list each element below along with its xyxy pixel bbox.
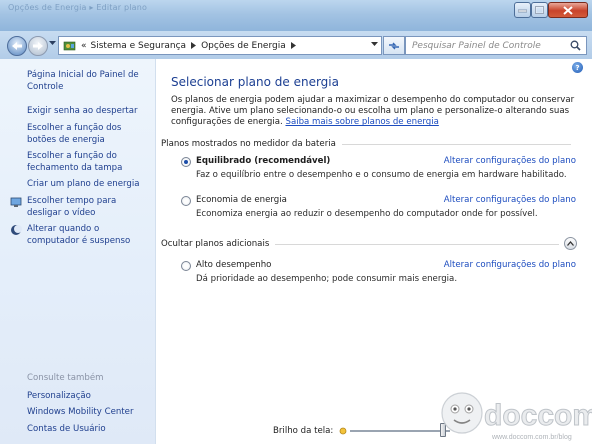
sidebar-link-create-plan[interactable]: Criar um plano de energia xyxy=(27,178,152,190)
forward-button[interactable] xyxy=(28,36,48,56)
sidebar-link-power-buttons[interactable]: Escolher a função dos botões de energia xyxy=(27,122,152,146)
arrow-right-icon xyxy=(33,42,43,50)
section-divider xyxy=(275,243,559,245)
plan-power-saver: Economia de energia Economiza energia ao… xyxy=(181,195,576,221)
search-icon[interactable] xyxy=(570,40,581,51)
control-panel-icon xyxy=(63,41,76,51)
brightness-control: Brilho da tela: xyxy=(273,426,348,436)
breadcrumb-separator-icon[interactable] xyxy=(290,42,296,49)
sidebar: Página Inicial do Painel de Controle Exi… xyxy=(0,59,156,444)
titlebar-ghost-text: Opções de Energia ▸ Editar plano xyxy=(8,3,148,12)
close-icon xyxy=(563,5,573,15)
search-input[interactable]: Pesquisar Painel de Controle xyxy=(405,36,587,55)
plan-high-performance: Alto desempenho Dá prioridade ao desempe… xyxy=(181,260,576,286)
plan-high-performance-desc: Dá prioridade ao desempenho; pode consum… xyxy=(196,274,458,284)
see-also-user-accounts[interactable]: Contas de Usuário xyxy=(27,423,106,435)
sidebar-link-computer-sleeps[interactable]: Alterar quando o computador é suspenso xyxy=(27,223,152,247)
sidebar-link-turn-off-display[interactable]: Escolher tempo para desligar o vídeo xyxy=(27,195,152,219)
plan-balanced-desc: Faz o equilíbrio entre o desempenho e o … xyxy=(196,170,567,180)
title-bar: Opções de Energia ▸ Editar plano xyxy=(0,0,592,31)
plan-balanced-name[interactable]: Equilibrado (recomendável) xyxy=(196,156,330,166)
section-divider xyxy=(341,143,571,145)
search-placeholder: Pesquisar Painel de Controle xyxy=(412,40,541,51)
refresh-icon xyxy=(389,42,399,49)
plan-balanced-change-link[interactable]: Alterar configurações do plano xyxy=(444,156,576,166)
sidebar-link-lid-close[interactable]: Escolher a função do fechamento da tampa xyxy=(27,150,139,174)
refresh-button[interactable] xyxy=(383,36,405,55)
address-dropdown-icon[interactable] xyxy=(371,42,378,47)
breadcrumb-separator-icon[interactable] xyxy=(191,42,197,49)
intro-text: Os planos de energia podem ajudar a maxi… xyxy=(171,95,586,129)
moon-icon xyxy=(11,225,22,235)
learn-more-link[interactable]: Saiba mais sobre planos de energia xyxy=(285,117,438,127)
page-title: Selecionar plano de energia xyxy=(171,75,339,89)
address-bar[interactable]: « Sistema e Segurança Opções de Energia xyxy=(58,36,382,55)
plan-high-performance-radio[interactable] xyxy=(181,261,191,271)
maximize-icon xyxy=(535,6,544,14)
brightness-sun-icon xyxy=(339,427,347,435)
plan-power-saver-desc: Economiza energia ao reduzir o desempenh… xyxy=(196,209,538,219)
plan-balanced: Equilibrado (recomendável) Faz o equilíb… xyxy=(181,156,576,182)
section-hidden-plans: Ocultar planos adicionais xyxy=(161,239,559,249)
sidebar-home-link[interactable]: Página Inicial do Painel de Controle xyxy=(27,69,147,93)
close-button[interactable] xyxy=(548,2,588,18)
maximize-button[interactable] xyxy=(531,2,548,18)
section-battery-plans-label: Planos mostrados no medidor da bateria xyxy=(161,139,336,149)
plan-power-saver-radio[interactable] xyxy=(181,196,191,206)
doccom-watermark-logo: doccom www.doccom.com.br/blog xyxy=(441,392,592,441)
recent-pages-dropdown-icon[interactable] xyxy=(49,41,56,46)
see-also-mobility-center[interactable]: Windows Mobility Center xyxy=(27,406,134,418)
plan-high-performance-change-link[interactable]: Alterar configurações do plano xyxy=(444,260,576,270)
svg-text:doccom: doccom xyxy=(484,399,592,432)
arrow-left-icon xyxy=(12,42,22,50)
plan-power-saver-change-link[interactable]: Alterar configurações do plano xyxy=(444,195,576,205)
address-toolbar: « Sistema e Segurança Opções de Energia … xyxy=(0,31,592,59)
minimize-button[interactable] xyxy=(514,2,531,18)
back-button[interactable] xyxy=(7,36,27,56)
svg-text:www.doccom.com.br/blog: www.doccom.com.br/blog xyxy=(491,434,572,441)
plan-power-saver-name[interactable]: Economia de energia xyxy=(196,195,287,205)
collapse-hidden-plans-button[interactable] xyxy=(564,237,577,250)
chevron-up-icon xyxy=(567,241,574,246)
help-icon[interactable]: ? xyxy=(572,62,583,73)
breadcrumb-item-power-options[interactable]: Opções de Energia xyxy=(201,41,286,51)
plan-balanced-radio[interactable] xyxy=(181,157,191,167)
breadcrumb-overflow[interactable]: « xyxy=(81,41,87,51)
see-also-personalization[interactable]: Personalização xyxy=(27,390,91,402)
brightness-label: Brilho da tela: xyxy=(273,426,334,436)
monitor-icon xyxy=(10,197,22,207)
breadcrumb-item-system-security[interactable]: Sistema e Segurança xyxy=(91,41,187,51)
see-also-heading: Consulte também xyxy=(27,373,104,383)
sidebar-link-require-password[interactable]: Exigir senha ao despertar xyxy=(27,105,152,117)
plan-high-performance-name[interactable]: Alto desempenho xyxy=(196,260,271,270)
section-hidden-plans-label: Ocultar planos adicionais xyxy=(161,239,270,249)
minimize-icon xyxy=(518,9,527,13)
section-battery-plans: Planos mostrados no medidor da bateria xyxy=(161,139,571,149)
breadcrumb: Sistema e Segurança Opções de Energia xyxy=(91,41,296,51)
